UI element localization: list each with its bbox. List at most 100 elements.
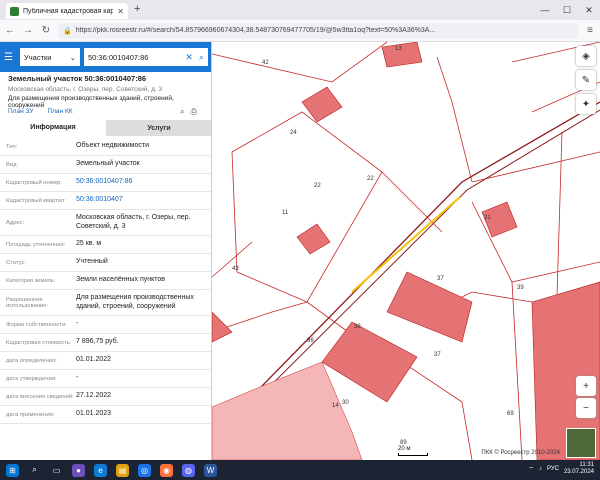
property-key: Вид: [6, 161, 19, 168]
svg-text:36: 36 [307, 338, 314, 344]
maximize-icon[interactable]: ☐ [556, 0, 578, 20]
tab-info[interactable]: Информация [0, 120, 106, 136]
hamburger-menu-icon[interactable]: ☰ [4, 52, 16, 63]
property-row: дата применения: 01.01.2023 [0, 406, 211, 424]
property-value: 01.01.2022 [76, 356, 112, 364]
parcel-13 [381, 42, 423, 68]
property-row: Разрешенное использование: Для размещения… [0, 290, 211, 316]
clock-date: 23.07.2024 [563, 469, 594, 476]
search-input[interactable]: 50:36:0010407:86 ✕ ⌕ [84, 48, 208, 66]
browser-tab[interactable]: Публичная кадастровая карта ✕ [6, 3, 128, 19]
task-view-icon[interactable]: ▭ [50, 464, 63, 477]
search-query: 50:36:0010407:86 [88, 52, 149, 62]
svg-text:14: 14 [332, 403, 339, 409]
window-controls: — ☐ ✕ [534, 0, 600, 20]
map-canvas[interactable]: 13 42 24 22 22 11 43 37 39 21 38 36 37 1… [212, 42, 600, 460]
category-select[interactable]: Участки ⌄ [20, 48, 80, 66]
scale-label: 20 м [398, 446, 411, 452]
close-tab-icon[interactable]: ✕ [117, 7, 124, 16]
explorer-icon[interactable]: ▤ [116, 463, 129, 477]
property-key: дата утверждения: [6, 375, 57, 382]
forward-icon[interactable]: → [22, 25, 34, 36]
svg-text:30: 30 [342, 400, 349, 406]
property-row: Категория земель: Земли населённых пункто… [0, 272, 211, 290]
plan-kk-link[interactable]: План КК [47, 108, 72, 115]
plan-zu-link[interactable]: План ЗУ [8, 108, 33, 115]
property-row: Тип: Объект недвижимости [0, 138, 211, 156]
back-icon[interactable]: ← [4, 25, 16, 36]
property-value: Земельный участок [76, 160, 140, 168]
svg-text:37: 37 [434, 352, 441, 358]
menu-icon[interactable]: ≡ [584, 25, 596, 36]
cadastral-number-link[interactable]: 50:36:0010407:86 [76, 178, 206, 187]
property-key: Форма собственности: [6, 321, 67, 328]
zoom-in-button[interactable]: + [576, 376, 596, 396]
print-icon[interactable]: ⎙ [190, 107, 196, 117]
locate-icon[interactable]: ✦ [576, 94, 596, 114]
scale-bar [398, 453, 428, 456]
object-header: Земельный участок 50:36:0010407:86 Моско… [8, 74, 208, 109]
cadastral-map[interactable]: 13 42 24 22 22 11 43 37 39 21 38 36 37 1… [212, 42, 600, 460]
svg-text:11: 11 [282, 210, 289, 216]
object-address: Московская область, г. Озеры, пер. Совет… [8, 86, 163, 93]
discord-icon[interactable]: ◍ [182, 463, 195, 477]
property-key: Площадь уточненная: [6, 241, 66, 248]
basemap-switcher[interactable] [566, 428, 596, 458]
property-value: 27.12.2022 [76, 392, 112, 400]
svg-text:43: 43 [232, 266, 239, 272]
language-indicator[interactable]: РУС [547, 466, 559, 472]
search-icon[interactable]: ⌕ [28, 464, 41, 477]
system-tray: ⌔ ♪ РУС 11:31 23.07.2024 [528, 462, 594, 476]
property-key: дата внесения сведений: [6, 393, 74, 400]
property-value: Московская область, г. Озеры, пер. Совет… [76, 213, 191, 230]
property-value: 01.01.2023 [76, 410, 112, 418]
property-row: Кадастровая стоимость: 7 896,75 руб. [0, 334, 211, 352]
properties-table: Тип: Объект недвижимости Вид: Земельный уч… [0, 138, 211, 424]
address-bar[interactable]: 🔒 https://pkk.rosreestr.ru/#/search/54.8… [58, 22, 578, 39]
browser-tab-bar: Публичная кадастровая карта ✕ + — ☐ ✕ [0, 0, 600, 20]
zoom-out-button[interactable]: − [576, 398, 596, 418]
site-favicon-icon [10, 6, 19, 16]
close-window-icon[interactable]: ✕ [578, 0, 600, 20]
property-row: Площадь уточненная: 25 кв. м [0, 236, 211, 254]
property-key: дата определения: [6, 357, 57, 364]
property-key: Статус: [6, 259, 26, 266]
parcel-37 [386, 271, 473, 343]
url-text: https://pkk.rosreestr.ru/#/search/54.857… [75, 27, 436, 34]
firefox-icon[interactable]: ◉ [160, 463, 173, 477]
cadastral-quarter-link[interactable]: 50:36:0010407 [76, 196, 206, 205]
clock[interactable]: 11:31 23.07.2024 [564, 462, 594, 476]
tab-title: Публичная кадастровая карта [23, 7, 114, 15]
clock-time: 11:31 [579, 462, 594, 468]
search-icon[interactable]: ⌕ [199, 52, 204, 63]
property-row: Кадастровый квартал: 50:36:0010407 [0, 192, 211, 210]
new-tab-icon[interactable]: + [134, 3, 140, 15]
tab-services[interactable]: Услуги [106, 120, 211, 136]
edge-icon[interactable]: e [94, 463, 107, 477]
object-title: Земельный участок 50:36:0010407:86 [8, 74, 147, 83]
object-usage: Для размещения производственных зданий, … [8, 95, 174, 109]
start-icon[interactable]: ⊞ [6, 463, 19, 477]
svg-text:42: 42 [262, 60, 269, 66]
property-value: Учтенный [76, 258, 108, 266]
property-row: дата внесения сведений: 27.12.2022 [0, 388, 211, 406]
chat-icon[interactable]: ● [72, 463, 85, 477]
zoom-to-icon[interactable]: ⌕ [180, 107, 184, 117]
parcel-south [212, 361, 363, 460]
lock-icon: 🔒 [63, 27, 72, 35]
network-icon[interactable]: ⌔ [528, 465, 534, 473]
property-row: дата определения: 01.01.2022 [0, 352, 211, 370]
minimize-icon[interactable]: — [534, 0, 556, 20]
chrome-icon[interactable]: ◎ [138, 463, 151, 477]
svg-text:38: 38 [354, 324, 361, 330]
property-key: Кадастровая стоимость: [6, 339, 72, 346]
reload-icon[interactable]: ↻ [40, 25, 52, 36]
clear-icon[interactable]: ✕ [185, 52, 193, 63]
volume-icon[interactable]: ♪ [539, 466, 542, 472]
layers-icon[interactable]: ◈ [576, 46, 596, 66]
ruler-icon[interactable]: ✎ [576, 70, 596, 90]
property-row: Статус: Учтенный [0, 254, 211, 272]
property-value: Земли населённых пунктов [76, 276, 166, 284]
svg-text:69: 69 [507, 411, 514, 417]
word-icon[interactable]: W [204, 463, 217, 477]
